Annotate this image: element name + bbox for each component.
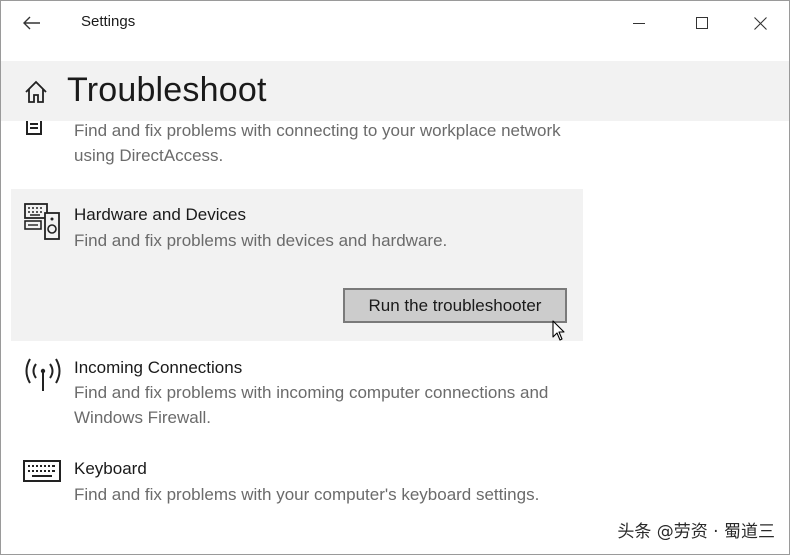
watermark: 头条 @劳资 · 蜀道三 [617, 522, 775, 542]
close-icon [753, 16, 767, 30]
back-arrow-icon [23, 16, 40, 30]
window-title: Settings [81, 13, 136, 30]
page-header: Troubleshoot [1, 61, 789, 121]
maximize-icon [696, 17, 708, 29]
directaccess-icon [26, 121, 42, 135]
hardware-devices-icon [24, 203, 60, 240]
item-description: Find and fix problems with connecting to… [74, 121, 561, 165]
page-title: Troubleshoot [67, 71, 267, 109]
item-description: Find and fix problems with incoming comp… [74, 383, 549, 427]
maximize-button[interactable] [679, 7, 725, 39]
troubleshooter-item-directaccess[interactable]: Find and fix problems with connecting to… [11, 121, 583, 179]
troubleshooter-item-keyboard[interactable]: Keyboard Find and fix problems with your… [11, 449, 583, 549]
item-name: Hardware and Devices [74, 205, 246, 224]
item-name: Keyboard [74, 459, 147, 478]
title-bar: Settings [1, 1, 789, 45]
troubleshooter-item-hardware[interactable]: Hardware and Devices Find and fix proble… [11, 189, 583, 341]
troubleshooter-item-incoming-connections[interactable]: Incoming Connections Find and fix proble… [11, 347, 583, 447]
mouse-cursor-icon [552, 320, 565, 341]
back-button[interactable] [15, 9, 49, 37]
home-icon[interactable] [23, 79, 49, 105]
close-button[interactable] [737, 7, 783, 39]
item-description: Find and fix problems with your computer… [74, 485, 540, 504]
troubleshooter-list: Find and fix problems with connecting to… [1, 121, 789, 554]
run-troubleshooter-button[interactable]: Run the troubleshooter [343, 288, 567, 323]
keyboard-icon [23, 460, 61, 482]
settings-window: Settings Troubleshoot Find and fix probl… [0, 0, 790, 555]
item-description: Find and fix problems with devices and h… [74, 231, 448, 250]
minimize-icon [633, 23, 645, 24]
minimize-button[interactable] [616, 7, 662, 39]
item-name: Incoming Connections [74, 358, 243, 377]
antenna-icon [25, 358, 61, 391]
